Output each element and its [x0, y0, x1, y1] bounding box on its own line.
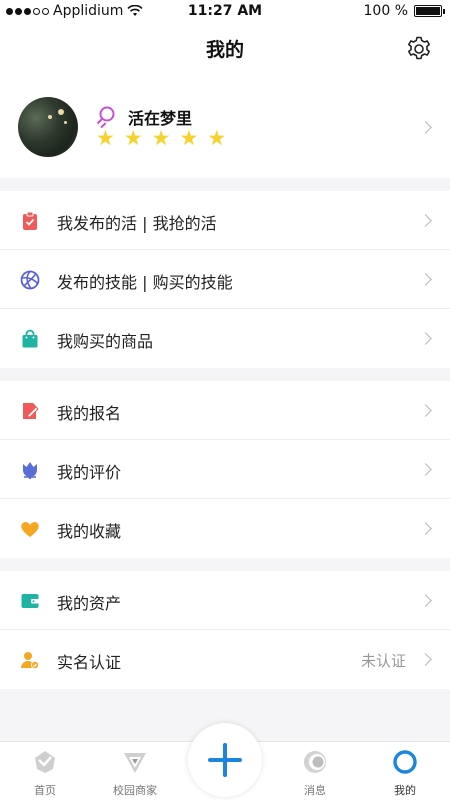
message-icon	[304, 751, 326, 773]
gear-icon[interactable]	[406, 36, 432, 62]
heart-icon	[21, 522, 39, 537]
wallet-icon	[21, 594, 39, 608]
home-pin-icon	[35, 751, 55, 773]
status-bar: Applidium 11:27 AM 100 %	[0, 0, 450, 22]
menu-item-label: 我的资产	[57, 594, 122, 613]
star-icon: ★	[123, 126, 143, 150]
menu-item-label: 实名认证	[57, 653, 122, 672]
battery-percent: 100 %	[363, 3, 408, 19]
plus-icon	[208, 743, 242, 777]
star-icon: ★	[151, 126, 171, 150]
chevron-right-icon	[419, 653, 432, 666]
tab-messages[interactable]: 消息	[270, 742, 360, 800]
chevron-right-icon	[419, 273, 432, 286]
star-icon: ★	[207, 126, 227, 150]
shopping-bag-icon	[22, 329, 38, 348]
profile-card[interactable]: 活在梦里 ★ ★ ★ ★ ★	[0, 76, 450, 178]
battery-icon	[414, 5, 445, 17]
menu-item-real-name-verification[interactable]: 实名认证 未认证	[0, 630, 450, 689]
tab-campus-merchants[interactable]: 校园商家	[90, 742, 180, 800]
page-title: 我的	[205, 39, 244, 61]
tab-label: 首页	[34, 784, 56, 797]
chevron-right-icon	[419, 594, 432, 607]
menu-item-my-assets[interactable]: 我的资产	[0, 571, 450, 630]
merchant-logo-icon	[124, 753, 146, 773]
menu-item-label: 我购买的商品	[57, 332, 154, 351]
tulip-icon	[23, 462, 37, 479]
clipboard-check-icon	[23, 211, 37, 230]
menu-item-my-signups[interactable]: 我的报名	[0, 381, 450, 440]
avatar[interactable]	[18, 97, 78, 157]
chevron-right-icon	[419, 463, 432, 476]
publish-plus-button[interactable]	[188, 723, 262, 797]
signup-form-icon	[23, 403, 39, 419]
user-verified-icon	[21, 652, 39, 669]
menu-group-account: 我的资产 实名认证 未认证	[0, 571, 450, 689]
chevron-right-icon	[419, 404, 432, 417]
verification-status: 未认证	[360, 652, 406, 670]
tab-profile[interactable]: 我的	[360, 742, 450, 800]
volleyball-icon	[20, 270, 40, 290]
menu-item-label: 我发布的活 | 我抢的活	[57, 214, 217, 233]
profile-ring-icon	[393, 750, 417, 774]
menu-item-my-favorites[interactable]: 我的收藏	[0, 499, 450, 558]
star-icon: ★	[179, 126, 199, 150]
star-icon: ★	[96, 126, 115, 150]
tab-label: 校园商家	[113, 784, 157, 797]
menu-item-label: 我的收藏	[57, 522, 122, 541]
menu-group-activity: 我的报名 我的评价 我的收藏	[0, 381, 450, 558]
menu-item-my-purchases[interactable]: 我购买的商品	[0, 309, 450, 368]
tab-label: 我的	[394, 784, 416, 797]
menu-item-my-reviews[interactable]: 我的评价	[0, 440, 450, 499]
tab-label: 消息	[304, 784, 326, 797]
chevron-right-icon	[419, 214, 432, 227]
menu-item-label: 发布的技能 | 购买的技能	[57, 273, 233, 292]
tab-home[interactable]: 首页	[0, 742, 90, 800]
menu-item-my-jobs[interactable]: 我发布的活 | 我抢的活	[0, 191, 450, 250]
chevron-right-icon	[419, 121, 432, 134]
menu-item-my-skills[interactable]: 发布的技能 | 购买的技能	[0, 250, 450, 309]
rating-stars: ★ ★ ★ ★ ★	[96, 128, 226, 149]
chevron-right-icon	[419, 332, 432, 345]
menu-group-work: 我发布的活 | 我抢的活 发布的技能 | 购买的技能 我购买的商品	[0, 191, 450, 368]
chevron-right-icon	[419, 522, 432, 535]
page-header: 我的	[0, 22, 450, 76]
menu-item-label: 我的评价	[57, 463, 122, 482]
battery-info: 100 %	[363, 3, 445, 19]
menu-item-label: 我的报名	[57, 404, 122, 423]
